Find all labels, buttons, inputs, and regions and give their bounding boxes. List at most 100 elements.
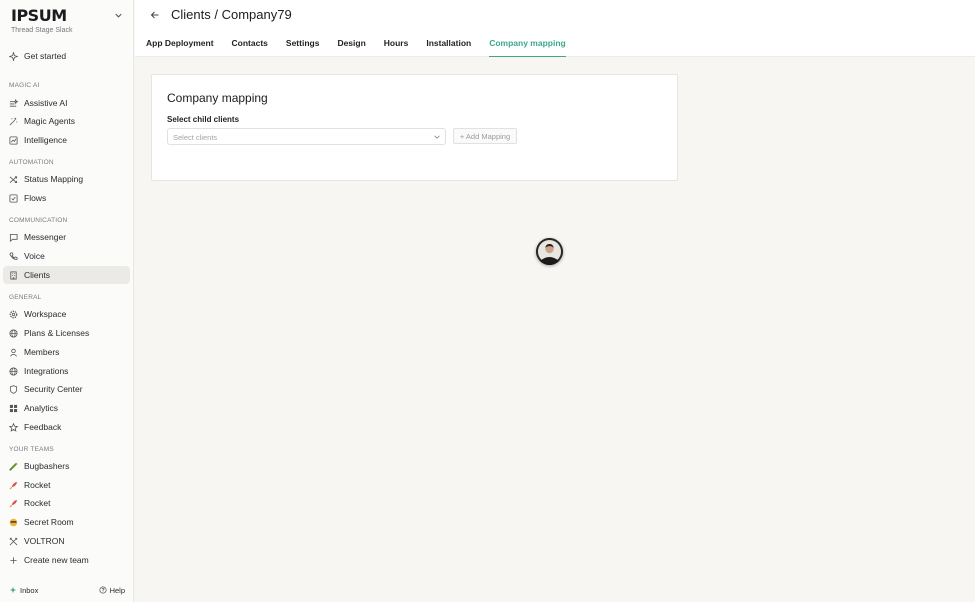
sidebar-item-label: Rocket xyxy=(24,498,51,508)
sparkle-icon xyxy=(9,51,18,61)
section-title-automation: AUTOMATION xyxy=(9,159,54,166)
page-title: Clients / Company79 xyxy=(171,7,292,22)
workspace-switcher[interactable]: IPSUM Thread Stage Slack xyxy=(11,6,73,35)
grid-icon xyxy=(9,404,18,412)
sidebar-item-label: Analytics xyxy=(24,403,59,413)
section-title-magic-ai: MAGIC AI xyxy=(9,82,40,89)
avatar[interactable] xyxy=(536,238,563,265)
sidebar: IPSUM Thread Stage Slack Get started MAG… xyxy=(0,0,134,602)
sidebar-item-get-started[interactable]: Get started xyxy=(3,47,130,65)
sidebar-item-magic-agents[interactable]: Magic Agents xyxy=(3,112,130,130)
sidebar-item-analytics[interactable]: Analytics xyxy=(3,399,130,417)
company-mapping-card: Company mapping Select child clients Sel… xyxy=(151,74,678,181)
star-icon xyxy=(9,422,18,432)
globe-icon xyxy=(9,328,18,338)
sidebar-footer: Inbox Help xyxy=(0,578,134,602)
sidebar-item-workspace[interactable]: Workspace xyxy=(3,305,130,323)
tab-contacts[interactable]: Contacts xyxy=(232,38,268,57)
plus-icon xyxy=(10,556,17,564)
chart-icon xyxy=(9,135,18,145)
sidebar-item-label: Plans & Licenses xyxy=(24,328,90,338)
tab-company-mapping[interactable]: Company mapping xyxy=(489,38,566,57)
chevron-down-icon xyxy=(434,135,440,139)
sidebar-item-flows[interactable]: Flows xyxy=(3,189,130,207)
rocket-emoji-icon xyxy=(9,481,18,490)
gear-icon xyxy=(9,310,18,318)
tab-installation[interactable]: Installation xyxy=(426,38,471,57)
sidebar-item-label: Messenger xyxy=(24,232,67,242)
sidebar-item-team-voltron[interactable]: VOLTRON xyxy=(3,532,130,550)
sidebar-item-label: Magic Agents xyxy=(24,116,76,126)
sidebar-item-status-mapping[interactable]: Status Mapping xyxy=(3,170,130,188)
brand-logo: IPSUM xyxy=(11,6,67,25)
user-icon xyxy=(10,348,17,357)
sidebar-item-label: Rocket xyxy=(24,480,51,490)
tab-bar: App Deployment Contacts Settings Design … xyxy=(146,38,584,57)
sidebar-item-label: Clients xyxy=(24,270,50,280)
sidebar-item-label: VOLTRON xyxy=(24,536,65,546)
shield-icon xyxy=(9,384,18,394)
sidebar-item-voice[interactable]: Voice xyxy=(3,247,130,265)
sidebar-item-security-center[interactable]: Security Center xyxy=(3,380,130,398)
sidebar-item-assistive-ai[interactable]: Assistive AI xyxy=(3,94,130,112)
wand-icon xyxy=(9,117,18,125)
workspace-name: Thread Stage Slack xyxy=(11,27,73,34)
help-icon xyxy=(99,586,107,594)
back-arrow-icon[interactable] xyxy=(150,10,160,20)
child-clients-label: Select child clients xyxy=(167,115,240,124)
sidebar-item-label: Voice xyxy=(24,251,45,261)
tab-hours[interactable]: Hours xyxy=(384,38,409,57)
tab-settings[interactable]: Settings xyxy=(286,38,320,57)
inbox-icon xyxy=(9,586,17,594)
sidebar-item-feedback[interactable]: Feedback xyxy=(3,418,130,436)
sidebar-item-label: Create new team xyxy=(24,555,89,565)
sidebar-item-members[interactable]: Members xyxy=(3,343,130,361)
child-clients-select[interactable]: Select clients xyxy=(167,128,446,145)
building-icon xyxy=(10,270,17,280)
rocket-emoji-icon xyxy=(9,499,18,508)
sidebar-item-label: Workspace xyxy=(24,309,67,319)
chat-icon xyxy=(9,233,18,242)
section-title-general: GENERAL xyxy=(9,294,42,301)
tab-app-deployment[interactable]: App Deployment xyxy=(146,38,214,57)
inbox-label: Inbox xyxy=(20,585,39,595)
list-sparkle-icon xyxy=(9,98,18,107)
sidebar-item-label: Bugbashers xyxy=(24,461,70,471)
check-square-icon xyxy=(9,193,18,203)
sidebar-item-create-new-team[interactable]: Create new team xyxy=(3,551,130,569)
sidebar-item-label: Integrations xyxy=(24,366,69,376)
inbox-link[interactable]: Inbox xyxy=(9,586,38,595)
sidebar-item-integrations[interactable]: Integrations xyxy=(3,362,130,380)
sidebar-item-intelligence[interactable]: Intelligence xyxy=(3,131,130,149)
swords-icon xyxy=(9,537,18,545)
sidebar-item-team-rocket[interactable]: Rocket xyxy=(3,476,130,494)
sidebar-item-plans-licenses[interactable]: Plans & Licenses xyxy=(3,324,130,342)
section-title-your-teams: YOUR TEAMS xyxy=(9,446,54,453)
sidebar-item-label: Members xyxy=(24,347,60,357)
tab-design[interactable]: Design xyxy=(337,38,365,57)
add-mapping-button[interactable]: + Add Mapping xyxy=(453,128,517,144)
sidebar-item-label: Status Mapping xyxy=(24,174,84,184)
sidebar-item-clients[interactable]: Clients xyxy=(3,266,130,284)
chevron-down-icon[interactable] xyxy=(114,11,123,20)
help-label: Help xyxy=(109,585,125,595)
sidebar-item-team-bugbashers[interactable]: Bugbashers xyxy=(3,457,130,475)
select-placeholder: Select clients xyxy=(173,133,218,142)
sidebar-item-label: Assistive AI xyxy=(24,98,68,108)
sidebar-item-label: Security Center xyxy=(24,384,83,394)
sidebar-item-team-rocket-2[interactable]: Rocket xyxy=(3,494,130,512)
sidebar-item-label: Feedback xyxy=(24,422,62,432)
sidebar-item-label: Intelligence xyxy=(24,135,68,145)
globe-icon xyxy=(9,366,18,376)
face-emoji-icon xyxy=(9,518,18,526)
shuffle-icon xyxy=(9,175,18,183)
sidebar-item-messenger[interactable]: Messenger xyxy=(3,228,130,246)
help-link[interactable]: Help xyxy=(99,586,125,595)
card-title: Company mapping xyxy=(167,91,268,105)
sidebar-item-team-secret-room[interactable]: Secret Room xyxy=(3,513,130,531)
section-title-communication: COMMUNICATION xyxy=(9,217,68,224)
user-photo-icon xyxy=(536,238,563,265)
page-header: Clients / Company79 App Deployment Conta… xyxy=(135,0,975,57)
sidebar-item-label: Get started xyxy=(24,51,67,61)
sidebar-item-label: Flows xyxy=(24,193,47,203)
